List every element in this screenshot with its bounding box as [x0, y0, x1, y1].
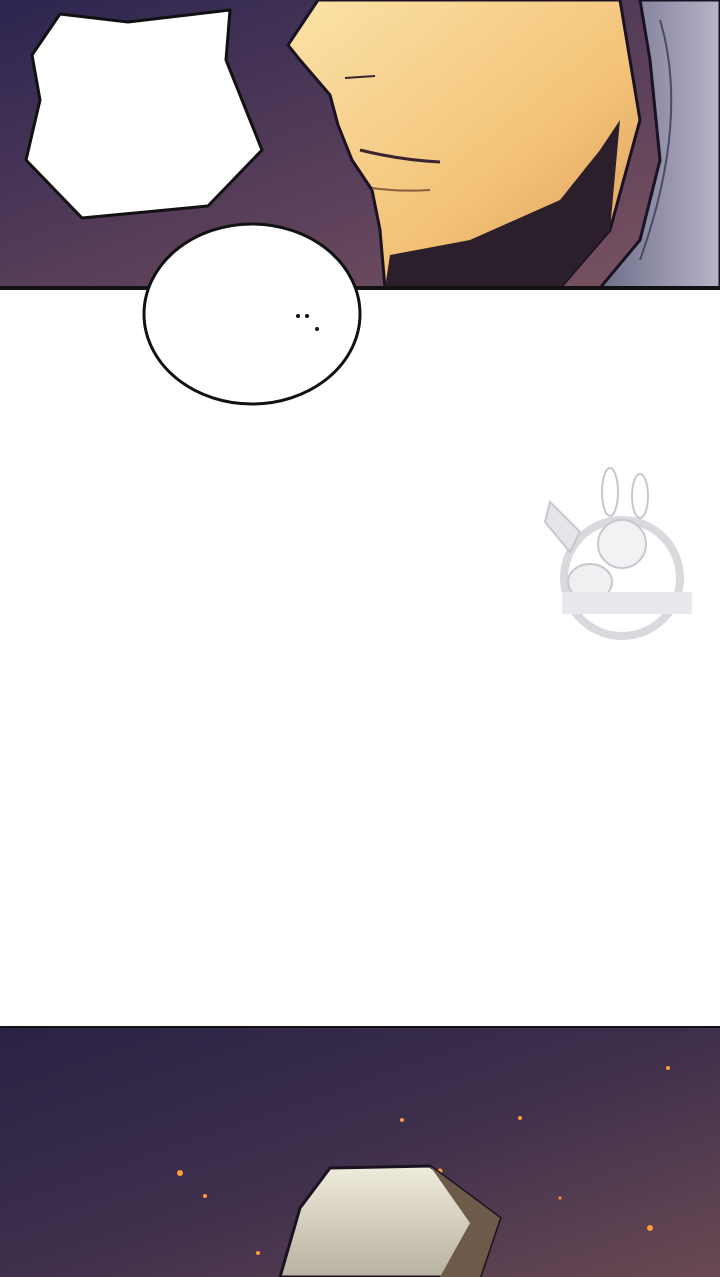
panel-bottom-art [0, 1028, 720, 1277]
ellipsis-dot [315, 327, 319, 331]
panel-top-border [0, 286, 720, 290]
bunny-girl-mascot-icon [543, 467, 692, 640]
comic-page [0, 0, 720, 1277]
ellipsis-dot [305, 314, 309, 318]
panel-top-art [0, 0, 720, 288]
ellipsis-dot [296, 314, 300, 318]
panel-top [0, 0, 720, 288]
panel-bottom [0, 1028, 720, 1277]
